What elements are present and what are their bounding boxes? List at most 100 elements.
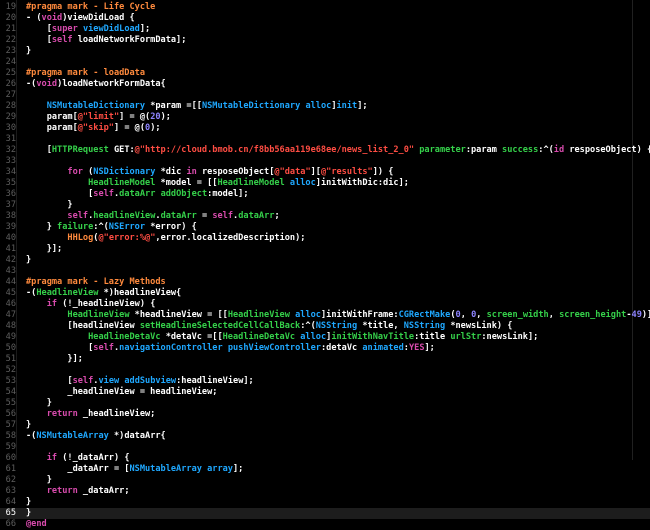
code-token: :^( — [538, 145, 554, 155]
code-token: :model]; — [207, 189, 249, 199]
code-text: [headlineView setHeadlineSelectedCellCal… — [26, 321, 512, 332]
line-number: 58 — [5, 431, 16, 441]
code-line[interactable]: 32 [HTTPRequest GET:@"http://cloud.bmob.… — [0, 145, 650, 156]
code-line[interactable]: 66 @end — [0, 519, 650, 530]
code-line[interactable]: 56 return _headlineView; — [0, 409, 650, 420]
code-line[interactable]: 45 -(HeadlineView *)headlineView{ — [0, 288, 650, 299]
code-line[interactable]: 21 [super viewDidLoad]; — [0, 24, 650, 35]
code-line[interactable]: 44 #pragma mark - Lazy Methods — [0, 277, 650, 288]
code-line[interactable]: 19 #pragma mark - Life Cycle — [0, 2, 650, 13]
code-line[interactable]: 40 HHLog(@"error:%@",error.localizedDesc… — [0, 233, 650, 244]
code-line[interactable]: 29 param[@"limit"] = @(20); — [0, 112, 650, 123]
code-line[interactable]: 30 param[@"skip"] = @(0); — [0, 123, 650, 134]
code-line[interactable]: 43 — [0, 266, 650, 277]
code-line[interactable]: 23} — [0, 46, 650, 57]
code-token: -( — [26, 288, 37, 298]
code-line[interactable]: 37 } — [0, 200, 650, 211]
code-line[interactable]: 55 } — [0, 398, 650, 409]
code-line[interactable]: 46 if (!_headlineView) { — [0, 299, 650, 310]
line-number: 52 — [5, 365, 16, 375]
code-line[interactable]: 22 [self loadNetworkFormData]; — [0, 35, 650, 46]
code-token: dataArr — [238, 211, 275, 221]
code-line[interactable]: 48 [headlineView setHeadlineSelectedCell… — [0, 321, 650, 332]
code-line[interactable]: 25 #pragma mark - loadData — [0, 68, 650, 79]
code-token: dataArr — [119, 189, 156, 199]
code-line[interactable]: 31 — [0, 134, 650, 145]
code-line[interactable]: 34 for (NSDictionary *dic in resposeObje… — [0, 167, 650, 178]
code-token: )]; — [641, 310, 650, 320]
code-token: ]) { — [372, 167, 394, 177]
code-token: } — [26, 200, 73, 210]
code-text: } — [26, 200, 73, 211]
code-line[interactable]: 63 return _dataArr; — [0, 486, 650, 497]
code-line[interactable]: 59 — [0, 442, 650, 453]
code-line[interactable]: 49 HeadlineDetaVc *detaVc =[[HeadlineDet… — [0, 332, 650, 343]
line-number: 30 — [5, 123, 16, 133]
code-line[interactable]: 41 }]; — [0, 244, 650, 255]
code-line[interactable]: 38 self.headlineView.dataArr = self.data… — [0, 211, 650, 222]
code-token: addSubview — [124, 376, 177, 386]
code-token: = — [196, 211, 213, 221]
code-token: *newsLink) { — [445, 321, 513, 331]
code-token: pushViewController — [227, 343, 321, 353]
code-token: )viewDidLoad { — [62, 13, 135, 23]
code-line[interactable]: 20 - (void)viewDidLoad { — [0, 13, 650, 24]
code-line[interactable]: 62 } — [0, 475, 650, 486]
code-text: -(NSMutableArray *)dataArr{ — [26, 431, 166, 442]
code-text: [super viewDidLoad]; — [26, 24, 151, 35]
code-line[interactable]: 61 _dataArr = [NSMutableArray array]; — [0, 464, 650, 475]
code-line[interactable]: 33 — [0, 156, 650, 167]
code-line[interactable]: 58 -(NSMutableArray *)dataArr{ — [0, 431, 650, 442]
code-line[interactable]: 65} — [0, 508, 650, 519]
code-token: in — [186, 167, 197, 177]
code-token: array — [207, 464, 233, 474]
code-line[interactable]: 28 NSMutableDictionary *param =[[NSMutab… — [0, 101, 650, 112]
code-editor[interactable]: 19 #pragma mark - Life Cycle 20- (void)vie… — [0, 0, 650, 529]
line-number: 29 — [5, 112, 16, 122]
code-text: HeadlineModel *model = [[HeadlineModel a… — [26, 178, 409, 189]
code-text: param[@"skip"] = @(0); — [26, 123, 161, 134]
code-token: } — [26, 420, 32, 430]
code-token: NSError — [108, 222, 146, 232]
line-number: 53 — [5, 376, 16, 386]
code-text: } — [26, 255, 31, 266]
code-token: , — [460, 310, 472, 320]
code-line[interactable]: 42} — [0, 255, 650, 266]
code-line[interactable]: 60 if (!_dataArr) { — [0, 453, 650, 464]
code-text: HeadlineDetaVc *detaVc =[[HeadlineDetaVc… — [26, 332, 538, 343]
code-token: resposeObject) { — [564, 145, 650, 155]
code-text: param[@"limit"] = @(20); — [26, 112, 171, 123]
code-token: if — [46, 299, 58, 309]
code-line[interactable]: 47 HeadlineView *headlineView = [[Headli… — [0, 310, 650, 321]
code-token: *detaVc =[[ — [160, 332, 223, 342]
code-line[interactable]: 26 -(void)loadNetworkFormData{ — [0, 79, 650, 90]
code-line[interactable]: 39 } failure:^(NSError *error) { — [0, 222, 650, 233]
code-text: -(void)loadNetworkFormData{ — [26, 79, 166, 90]
code-token: alloc — [295, 310, 321, 320]
code-token: NSString — [403, 321, 446, 331]
line-number: 25 — [5, 68, 16, 78]
code-line[interactable]: 57} — [0, 420, 650, 431]
code-line[interactable]: 24 — [0, 57, 650, 68]
code-line[interactable]: 27 — [0, 90, 650, 101]
line-number: 43 — [5, 266, 16, 276]
code-token: setHeadlineSelectedCellCallBack — [139, 321, 301, 331]
code-line[interactable]: 50 [self.navigationController pushViewCo… — [0, 343, 650, 354]
line-number: 45 — [5, 288, 16, 298]
code-token: , — [548, 310, 560, 320]
line-number: 26 — [5, 79, 16, 89]
code-token: NSMutableArray — [36, 431, 109, 441]
code-line[interactable]: 36 [self.dataArr addObject:model]; — [0, 189, 650, 200]
code-token: @"error:%@" — [98, 233, 156, 243]
code-line[interactable]: 64} — [0, 497, 650, 508]
code-line[interactable]: 54 _headlineView = headlineView; — [0, 387, 650, 398]
line-number: 20 — [5, 13, 16, 23]
code-line[interactable]: 52 — [0, 365, 650, 376]
code-line[interactable]: 53 [self.view addSubview:headlineView]; — [0, 376, 650, 387]
code-line[interactable]: 51 }]; — [0, 354, 650, 365]
code-line[interactable]: 35 HeadlineModel *model = [[HeadlineMode… — [0, 178, 650, 189]
